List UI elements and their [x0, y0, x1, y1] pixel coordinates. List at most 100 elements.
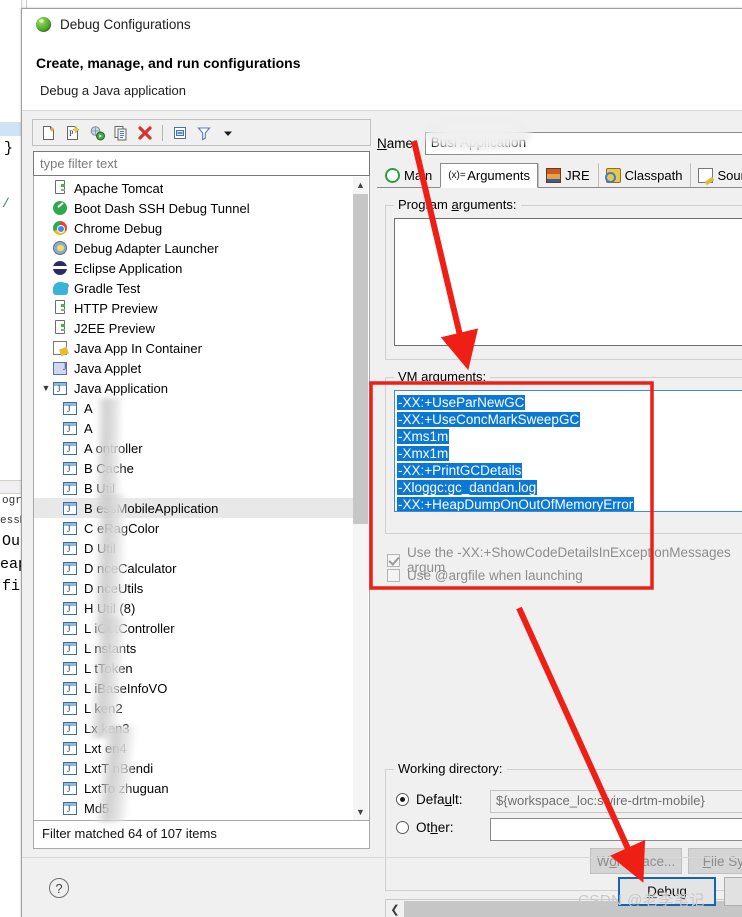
tree-item-root[interactable]: Eclipse Application — [34, 258, 354, 278]
new-launch-configuration-icon[interactable] — [38, 122, 60, 143]
tree-item-selected[interactable]: B essMobileApplication — [34, 498, 354, 518]
debug-configurations-dialog: Debug Configurations Create, manage, and… — [21, 8, 742, 917]
other-directory-radio-row[interactable]: Other: — [396, 820, 454, 835]
workspace-button[interactable]: Workspace... — [590, 848, 682, 874]
new-prototype-icon[interactable]: P — [62, 122, 84, 143]
console-fragment-3: Ou — [2, 533, 21, 550]
tree-item-label: Debug Adapter Launcher — [74, 240, 219, 256]
tree-item-label: Gradle Test — [74, 280, 141, 296]
scroll-down-icon[interactable]: ▼ — [353, 804, 368, 820]
screenshot-root: } / ✳ ✳ ✳ ✳ ✳ ✳ ✳ ✳ ✳ ✳ ogr essM Ou eap … — [0, 0, 742, 917]
tab-arguments[interactable]: (x)= Arguments — [440, 163, 539, 188]
applet-icon — [52, 360, 68, 376]
program-arguments-group: Program arguments: — [385, 197, 742, 360]
tree-item-root[interactable]: ▼ Java Application — [34, 378, 354, 398]
tree-item[interactable]: L tToken — [34, 658, 354, 678]
vm-arguments-textarea[interactable]: -XX:+UseParNewGC -XX:+UseConcMarkSweepGC -… — [394, 390, 742, 512]
scroll-up-icon[interactable]: ▲ — [353, 177, 368, 193]
tree-item[interactable]: A ontroller — [34, 438, 354, 458]
tree-item[interactable]: L nstants — [34, 638, 354, 658]
scroll-left-icon[interactable]: ❮ — [386, 900, 404, 917]
tree-vertical-scrollbar[interactable]: ▲ ▼ — [353, 177, 368, 820]
tree-item-root[interactable]: J2EE Preview — [34, 318, 354, 338]
java-icon — [62, 600, 78, 616]
configurations-pane: P type filter text Apache Tomcat Boot Da… — [32, 119, 371, 858]
export-configuration-icon[interactable] — [86, 122, 108, 143]
boot-dash-icon — [52, 200, 68, 216]
other-directory-input[interactable] — [490, 818, 742, 841]
tree-item-label: Eclipse Application — [74, 260, 183, 276]
delete-configuration-icon[interactable] — [134, 122, 156, 143]
default-directory-radio[interactable] — [396, 793, 409, 806]
program-arguments-textarea[interactable] — [394, 218, 742, 346]
tab-source[interactable]: Source — [690, 163, 742, 187]
other-directory-radio[interactable] — [396, 821, 409, 834]
tree-item[interactable]: L iOutController — [34, 618, 354, 638]
tree-item-label: Lx ken3 — [84, 720, 130, 736]
configurations-tree[interactable]: Apache Tomcat Boot Dash SSH Debug Tunnel C… — [33, 176, 370, 821]
tree-twisty-spacer — [40, 338, 52, 358]
tree-item[interactable]: D Util — [34, 538, 354, 558]
tree-item[interactable]: Lxt en4 — [34, 738, 354, 758]
tree-item-label: Md5 — [84, 800, 110, 816]
tree-item-root[interactable]: Boot Dash SSH Debug Tunnel — [34, 198, 354, 218]
java-icon — [62, 540, 78, 556]
tree-item-label: A — [84, 420, 93, 436]
tree-item[interactable]: B Util — [34, 478, 354, 498]
tab-classpath[interactable]: Classpath — [597, 163, 691, 187]
editor-left-gutter — [0, 0, 22, 917]
file-system-button[interactable]: File System — [688, 848, 742, 874]
close-button[interactable] — [724, 877, 742, 906]
tree-item[interactable]: LxtT nBendi — [34, 758, 354, 778]
collapse-all-icon[interactable] — [169, 122, 191, 143]
default-directory-radio-row[interactable]: Default: — [396, 792, 463, 807]
tree-item[interactable]: C eRagColor — [34, 518, 354, 538]
tab-main[interactable]: Main — [377, 163, 440, 187]
configuration-name-row: Name: Busi Application — [377, 131, 742, 155]
toolbar-separator — [162, 124, 163, 141]
footer-separator — [22, 857, 742, 858]
view-menu-icon[interactable] — [217, 122, 239, 143]
filter-launch-configurations-icon[interactable] — [193, 122, 215, 143]
vm-argument-line: -XX:+UseConcMarkSweepGC — [397, 411, 742, 428]
tree-item[interactable]: A — [34, 418, 354, 438]
tab-jre[interactable]: JRE — [538, 163, 598, 187]
configuration-name-input[interactable]: Busi Application — [424, 131, 742, 155]
tree-item-root[interactable]: Java App In Container — [34, 338, 354, 358]
tree-list: Apache Tomcat Boot Dash SSH Debug Tunnel C… — [34, 176, 354, 820]
help-icon[interactable]: ? — [49, 878, 69, 898]
tree-item[interactable]: A — [34, 398, 354, 418]
show-code-details-checkbox[interactable] — [387, 553, 400, 567]
tree-item[interactable]: L ken2 — [34, 698, 354, 718]
tree-twisty-spacer — [40, 218, 52, 238]
editor-view-tabstrip — [0, 480, 22, 494]
tree-item[interactable]: L iBaseInfoVO — [34, 678, 354, 698]
tree-item-root[interactable]: Gradle Test — [34, 278, 354, 298]
tree-item-root[interactable]: Java Applet — [34, 358, 354, 378]
tree-item[interactable]: Md5 — [34, 798, 354, 818]
tree-item-label: J2EE Preview — [74, 320, 155, 336]
tree-item[interactable]: H Util (8) — [34, 598, 354, 618]
tree-item[interactable]: B Cache — [34, 458, 354, 478]
tree-item-root[interactable]: Chrome Debug — [34, 218, 354, 238]
tree-item[interactable]: D nceCalculator — [34, 558, 354, 578]
tree-item[interactable]: LxtTo zhuguan — [34, 778, 354, 798]
tree-item[interactable]: D nceUtils — [34, 578, 354, 598]
scrollbar-thumb[interactable] — [353, 194, 368, 524]
java-icon — [62, 560, 78, 576]
duplicate-configuration-icon[interactable] — [110, 122, 132, 143]
tree-item-label: D Util — [84, 540, 116, 556]
tree-item-root[interactable]: Debug Adapter Launcher — [34, 238, 354, 258]
filter-input[interactable]: type filter text — [33, 151, 370, 176]
chevron-down-icon[interactable]: ▼ — [40, 378, 52, 398]
tree-item-root[interactable]: HTTP Preview — [34, 298, 354, 318]
use-argfile-checkbox-row[interactable]: Use @argfile when launching — [387, 568, 583, 583]
debug-configurations-icon — [36, 16, 51, 32]
main-icon — [385, 168, 400, 183]
tree-item[interactable]: Lx ken3 — [34, 718, 354, 738]
configurations-toolbar: P — [32, 119, 371, 146]
tree-item-root[interactable]: Apache Tomcat — [34, 178, 354, 198]
java-icon — [62, 680, 78, 696]
container-icon — [52, 340, 68, 356]
use-argfile-checkbox[interactable] — [387, 569, 400, 582]
